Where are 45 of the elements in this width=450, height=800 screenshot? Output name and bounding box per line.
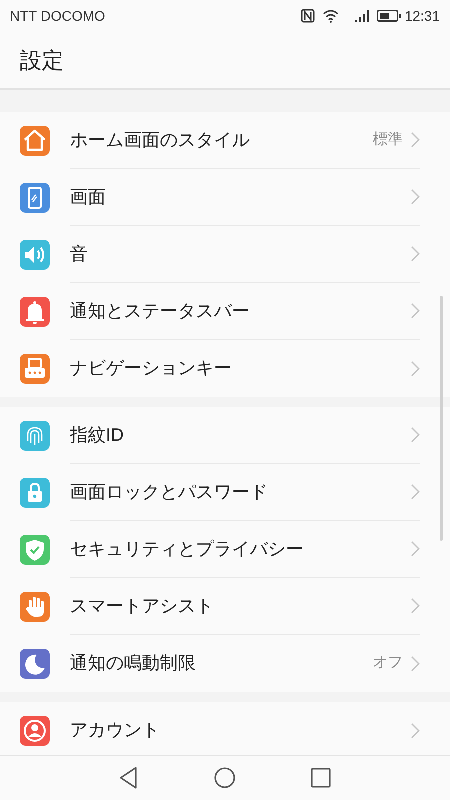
battery-icon bbox=[376, 10, 401, 22]
settings-item[interactable]: スマートアシスト bbox=[0, 578, 450, 635]
chevron-icon bbox=[411, 132, 420, 148]
item-label: 指紋ID bbox=[70, 424, 125, 446]
item-label: セキュリティとプライバシー bbox=[70, 538, 305, 560]
item-label: 画面ロックとパスワード bbox=[70, 480, 269, 504]
chevron-icon bbox=[411, 303, 420, 319]
chevron-icon bbox=[411, 722, 420, 738]
signal-icon bbox=[354, 10, 369, 22]
item-label: ナビゲーションキー bbox=[70, 357, 233, 380]
settings-item[interactable]: ホーム画面のスタイル 標準 bbox=[0, 112, 450, 169]
chevron-icon bbox=[411, 246, 420, 262]
settings-item[interactable]: アカウント bbox=[0, 702, 450, 755]
settings-item[interactable]: 通知とステータスバー bbox=[0, 283, 450, 340]
chevron-icon bbox=[411, 598, 420, 614]
page-title: 設定 bbox=[20, 46, 64, 74]
chevron-icon bbox=[411, 541, 420, 557]
chevron-icon bbox=[411, 484, 420, 500]
item-label: スマートアシスト bbox=[70, 594, 215, 618]
settings-item[interactable]: セキュリティとプライバシー bbox=[0, 521, 450, 578]
settings-item[interactable]: 音 bbox=[0, 226, 450, 283]
settings-item[interactable]: ナビゲーションキー bbox=[0, 340, 450, 397]
home-icon[interactable] bbox=[214, 767, 236, 789]
chevron-icon bbox=[411, 189, 420, 205]
item-label: 音 bbox=[70, 242, 89, 266]
item-label: 画面 bbox=[70, 186, 107, 208]
recent-apps-icon[interactable] bbox=[311, 768, 331, 788]
back-icon[interactable] bbox=[119, 767, 139, 789]
item-label: アカウント bbox=[70, 719, 161, 742]
settings-item[interactable]: 通知の鳴動制限 オフ bbox=[0, 635, 450, 692]
item-value: 標準 bbox=[373, 130, 403, 150]
chevron-icon bbox=[411, 656, 420, 672]
settings-item[interactable]: 画面 bbox=[0, 169, 450, 226]
item-label: 通知とステータスバー bbox=[70, 300, 251, 322]
settings-item[interactable]: 指紋ID bbox=[0, 407, 450, 464]
chevron-icon bbox=[411, 360, 420, 376]
item-label: ホーム画面のスタイル bbox=[70, 128, 251, 152]
wifi-icon bbox=[322, 10, 339, 22]
settings-item[interactable]: 画面ロックとパスワード bbox=[0, 464, 450, 521]
nfc-icon bbox=[300, 9, 315, 23]
carrier-name: NTT DOCOMO bbox=[10, 6, 106, 26]
clock-time: 12:31 bbox=[404, 6, 440, 26]
item-label: 通知の鳴動制限 bbox=[70, 652, 197, 675]
item-value: オフ bbox=[373, 653, 403, 674]
chevron-icon bbox=[411, 427, 420, 443]
